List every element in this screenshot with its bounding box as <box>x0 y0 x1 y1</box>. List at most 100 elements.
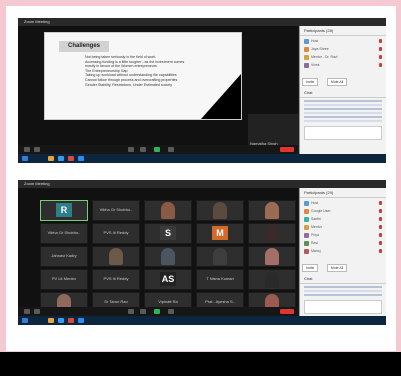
participant-row[interactable]: Santhi <box>304 216 382 222</box>
participant-photo <box>161 248 175 265</box>
share-screen-icon[interactable] <box>154 309 160 314</box>
browser-icon[interactable] <box>58 156 64 161</box>
mute-icon[interactable] <box>24 309 30 314</box>
video-icon[interactable] <box>34 309 40 314</box>
participants-title: Participants (28) <box>300 26 386 36</box>
meeting-controls <box>18 145 298 154</box>
avatar <box>304 224 309 230</box>
slide-heading: Challenges <box>59 41 109 52</box>
participant-video-tile[interactable]: PVS Iti Reddy <box>92 269 140 290</box>
end-meeting-button[interactable] <box>280 147 294 152</box>
chat-message <box>304 120 382 122</box>
mic-muted-icon <box>379 233 382 237</box>
record-icon[interactable] <box>168 309 174 314</box>
app-icon[interactable] <box>68 318 74 323</box>
participants-icon[interactable] <box>128 147 134 152</box>
invite-button[interactable]: Invite <box>302 264 319 272</box>
participant-video-tile[interactable] <box>248 246 296 267</box>
invite-button[interactable]: Invite <box>302 78 319 86</box>
participant-photo <box>109 248 123 265</box>
participant-video-tile[interactable]: T Nisha Kumari <box>196 269 244 290</box>
participants-panel: Participants (29) Host Google User Santh… <box>299 188 386 316</box>
participant-name: T Nisha Kumari <box>206 276 234 281</box>
participant-video-tile[interactable] <box>248 223 296 244</box>
zoom-screenshot-presentation: Zoom Meeting Challenges Not being taken … <box>18 18 386 163</box>
participants-icon[interactable] <box>128 309 134 314</box>
participant-video-tile[interactable]: R <box>40 200 88 221</box>
mic-muted-icon <box>379 55 382 59</box>
participant-video-tile[interactable] <box>196 200 244 221</box>
mute-icon[interactable] <box>24 147 30 152</box>
mic-muted-icon <box>379 63 382 67</box>
browser-icon[interactable] <box>58 318 64 323</box>
participant-name: Host <box>311 39 319 43</box>
chat-message <box>304 104 382 106</box>
participant-video-tile[interactable]: Jahnavi Kadry <box>40 246 88 267</box>
avatar <box>304 62 309 68</box>
avatar-initial: S <box>160 226 176 240</box>
avatar-initial: AS <box>160 272 176 286</box>
mic-muted-icon <box>379 201 382 205</box>
folder-icon[interactable] <box>48 156 54 161</box>
chat-message <box>304 112 382 114</box>
chat-message <box>304 290 382 292</box>
chat-message <box>304 286 382 288</box>
participant-row[interactable]: Vivek <box>304 62 382 68</box>
mic-muted-icon <box>379 225 382 229</box>
participant-photo <box>161 202 175 219</box>
mute-all-button[interactable]: Mute All <box>326 264 348 272</box>
chat-icon[interactable] <box>140 309 146 314</box>
chat-title: Chat <box>300 274 386 284</box>
participant-row[interactable]: Host <box>304 200 382 206</box>
mic-muted-icon <box>379 47 382 51</box>
participant-video-tile[interactable] <box>144 246 192 267</box>
window-titlebar: Zoom Meeting <box>18 180 386 188</box>
chat-icon[interactable] <box>140 147 146 152</box>
participant-name: Host <box>311 201 319 205</box>
participant-video-tile[interactable] <box>196 246 244 267</box>
participant-video-tile[interactable]: AS <box>144 269 192 290</box>
participant-row[interactable]: Mentor - Dr. Ravi <box>304 54 382 60</box>
start-icon[interactable] <box>22 156 28 161</box>
participant-video-tile[interactable] <box>92 246 140 267</box>
participant-row[interactable]: Google User <box>304 208 382 214</box>
video-gallery: R Vibha Gr Shobho.. Vibha Gr Shobho.. PVS I… <box>40 200 298 313</box>
participant-video-tile[interactable]: S <box>144 223 192 244</box>
avatar-initial: M <box>212 226 228 240</box>
participant-row[interactable]: Mentor <box>304 224 382 230</box>
participant-video-tile[interactable]: PVS Iti Reddy <box>92 223 140 244</box>
avatar <box>304 232 309 238</box>
participant-video-tile[interactable]: Vibha Gr Shobho.. <box>92 200 140 221</box>
participant-name: PVS Iti Reddy <box>103 276 129 281</box>
windows-taskbar <box>18 316 386 325</box>
folder-icon[interactable] <box>48 318 54 323</box>
participant-video-tile[interactable]: PV Lit Mentor <box>40 269 88 290</box>
chat-input[interactable] <box>304 300 382 314</box>
participant-row[interactable]: Host <box>304 38 382 44</box>
window-title: Zoom Meeting <box>24 19 50 24</box>
app-icon[interactable] <box>68 156 74 161</box>
participant-name: PV Lit Mentor <box>51 276 77 281</box>
participant-video-tile[interactable]: Vibha Gr Shobho.. <box>40 223 88 244</box>
participant-name: PVS Iti Reddy <box>103 230 129 235</box>
share-screen-icon[interactable] <box>154 147 160 152</box>
participant-video-tile[interactable] <box>144 200 192 221</box>
chat-message <box>304 294 382 296</box>
chat-input[interactable] <box>304 126 382 140</box>
record-icon[interactable] <box>168 147 174 152</box>
end-meeting-button[interactable] <box>280 309 294 314</box>
participant-name: Mentor - Dr. Ravi <box>311 55 338 59</box>
participant-row[interactable]: Jaya Shree <box>304 46 382 52</box>
participant-name: Prat.. Ayesha S.. <box>205 299 235 304</box>
participant-row[interactable]: Ravi <box>304 240 382 246</box>
participant-video-tile[interactable] <box>248 200 296 221</box>
participant-row[interactable]: Manoj <box>304 248 382 254</box>
zoom-icon[interactable] <box>78 156 84 161</box>
zoom-icon[interactable] <box>78 318 84 323</box>
participant-video-tile[interactable]: M <box>196 223 244 244</box>
participant-row[interactable]: Priya <box>304 232 382 238</box>
video-icon[interactable] <box>34 147 40 152</box>
participant-video-tile[interactable] <box>248 269 296 290</box>
start-icon[interactable] <box>22 318 28 323</box>
mute-all-button[interactable]: Mute All <box>326 78 348 86</box>
